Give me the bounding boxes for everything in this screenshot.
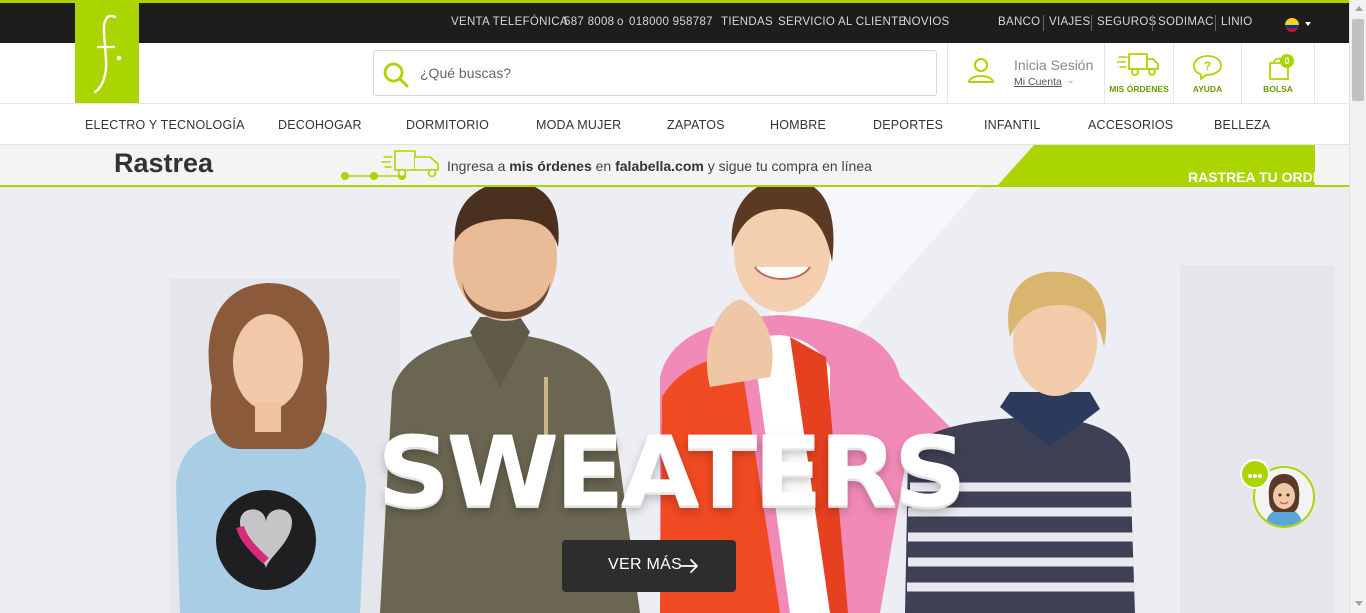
nav-item-deportes[interactable]: DEPORTES — [873, 118, 943, 132]
chevron-down-icon[interactable] — [1305, 22, 1311, 26]
nav-item-belleza[interactable]: BELLEZA — [1214, 118, 1270, 132]
svg-text:?: ? — [1204, 59, 1211, 73]
page: VENTA TELEFÓNICA 587 8008 o 018000 95878… — [0, 0, 1366, 613]
phone-or-text: o — [617, 16, 624, 28]
nav-item-electro[interactable]: ELECTRO Y TECNOLOGÍA — [85, 118, 245, 132]
divider — [1043, 15, 1044, 31]
phone-national-number[interactable]: 018000 958787 — [629, 16, 713, 28]
track-order-button[interactable]: RASTREA TU ORDEN → — [998, 145, 1315, 185]
phone-local-number[interactable]: 587 8008 — [564, 16, 614, 28]
scrollbar-thumb[interactable] — [1352, 19, 1364, 101]
divider — [1152, 15, 1153, 31]
divider — [947, 43, 948, 104]
partner-link-linio[interactable]: LINIO — [1221, 16, 1253, 28]
nav-item-zapatos[interactable]: ZAPATOS — [667, 118, 725, 132]
help-label: AYUDA — [1192, 84, 1223, 94]
arrow-right-icon: → — [1188, 169, 1200, 183]
nav-item-decohogar[interactable]: DECOHOGAR — [278, 118, 362, 132]
user-icon[interactable] — [966, 56, 996, 84]
colombia-flag-icon[interactable] — [1285, 18, 1299, 32]
partner-link-viajes[interactable]: VIAJES — [1049, 16, 1090, 28]
topbar-link-servicio[interactable]: SERVICIO AL CLIENTE — [778, 16, 906, 28]
my-account-link[interactable]: Mi Cuenta — [1014, 76, 1062, 88]
search-input[interactable] — [420, 59, 920, 87]
scroll-up-arrow-icon[interactable] — [1355, 6, 1363, 11]
chevron-down-icon[interactable]: ⌄ — [1067, 75, 1075, 86]
page-scrollbar[interactable] — [1349, 0, 1366, 613]
partner-link-sodimac[interactable]: SODIMAC — [1158, 16, 1214, 28]
shopping-bag-label: BOLSA — [1263, 84, 1293, 94]
divider — [1215, 15, 1216, 31]
falabella-f-icon — [93, 14, 122, 94]
scroll-down-arrow-icon[interactable] — [1355, 601, 1363, 606]
partner-link-seguros[interactable]: SEGUROS — [1097, 16, 1157, 28]
search-icon[interactable] — [382, 61, 410, 89]
my-orders-label: MIS ÓRDENES — [1109, 84, 1169, 94]
help-chat-icon: ? — [1193, 55, 1222, 80]
bag-count-badge: 0 — [1280, 54, 1294, 68]
tracking-description: Ingresa a mis órdenes en falabella.com y… — [447, 158, 872, 174]
top-utility-bar: VENTA TELEFÓNICA 587 8008 o 018000 95878… — [0, 0, 1349, 43]
hero-title: SWEATERS — [377, 416, 967, 530]
nav-item-infantil[interactable]: INFANTIL — [984, 118, 1040, 132]
help-button[interactable]: ? AYUDA — [1174, 43, 1241, 104]
topbar-link-novios[interactable]: NOVIOS — [903, 16, 950, 28]
see-more-button[interactable]: VER MÁS — [562, 540, 736, 592]
chat-bubble-icon[interactable] — [1240, 459, 1270, 489]
nav-item-accesorios[interactable]: ACCESORIOS — [1088, 118, 1173, 132]
tracking-truck-icon — [341, 150, 439, 180]
shopping-bag-button[interactable]: BOLSA — [1242, 43, 1314, 104]
category-nav: ELECTRO Y TECNOLOGÍA DECOHOGAR DORMITORI… — [0, 104, 1349, 145]
divider — [1091, 15, 1092, 31]
login-link[interactable]: Inicia Sesión — [1014, 57, 1093, 73]
delivery-truck-icon — [1117, 53, 1159, 76]
nav-item-dormitorio[interactable]: DORMITORIO — [406, 118, 489, 132]
hero-banner[interactable]: SWEATERS VER MÁS — [0, 187, 1349, 613]
partner-link-banco[interactable]: BANCO — [998, 16, 1040, 28]
tracking-title: Rastrea — [114, 148, 214, 178]
search-box — [373, 50, 937, 96]
phone-sales-label: VENTA TELEFÓNICA — [451, 16, 568, 28]
nav-item-moda-mujer[interactable]: MODA MUJER — [536, 118, 621, 132]
see-more-label: VER MÁS — [608, 556, 683, 573]
divider — [1314, 43, 1315, 104]
nav-item-hombre[interactable]: HOMBRE — [770, 118, 826, 132]
falabella-logo[interactable] — [75, 3, 139, 103]
order-tracking-banner: Rastrea Ingresa a mis órdenes en falabel… — [0, 145, 1349, 187]
my-orders-button[interactable]: MIS ÓRDENES — [1105, 43, 1173, 104]
arrow-right-icon — [679, 559, 698, 573]
main-header: Inicia Sesión Mi Cuenta ⌄ MIS ÓRDENES ? … — [0, 43, 1349, 104]
topbar-link-tiendas[interactable]: TIENDAS — [721, 16, 773, 28]
